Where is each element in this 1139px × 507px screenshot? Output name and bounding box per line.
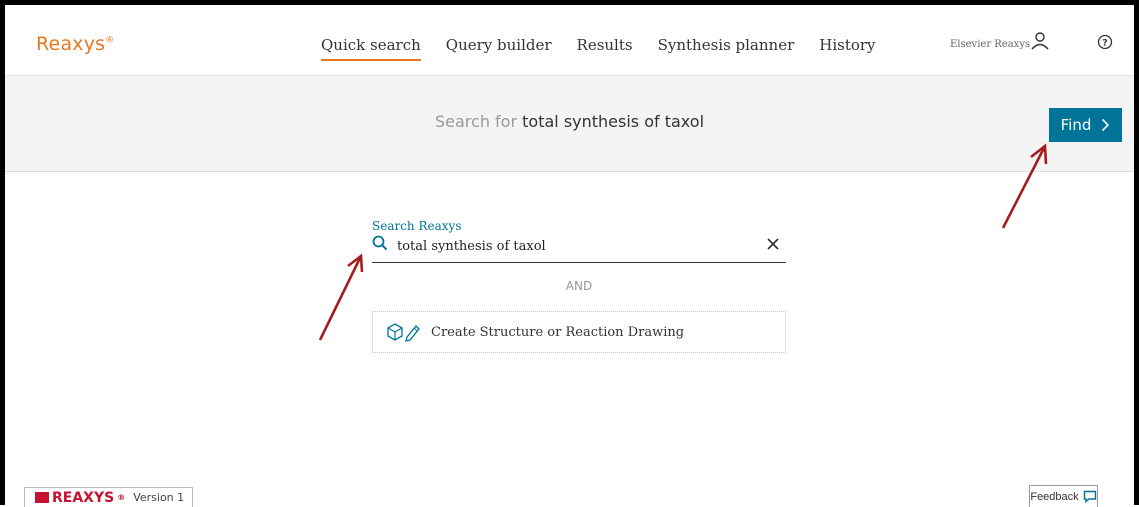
and-separator: AND [565, 279, 593, 293]
search-for-query: total synthesis of taxol [522, 112, 705, 131]
feedback-button[interactable]: Feedback [1029, 485, 1098, 507]
create-drawing-label: Create Structure or Reaction Drawing [431, 324, 685, 340]
tab-quick-search[interactable]: Quick search [321, 36, 421, 61]
main-nav: Quick search Query builder Results Synth… [321, 36, 876, 61]
reaxys-footer-logo: REAXYS ® [35, 490, 125, 506]
find-button[interactable]: Find [1049, 108, 1122, 142]
screenshot-frame-right [1134, 0, 1139, 505]
structure-drawing-icon [387, 323, 420, 342]
search-field [372, 233, 786, 263]
feedback-label: Feedback [1030, 490, 1079, 503]
clear-icon[interactable] [766, 237, 780, 251]
tab-query-builder[interactable]: Query builder [446, 36, 552, 61]
help-icon[interactable]: ? [1097, 34, 1113, 54]
svg-text:?: ? [1102, 39, 1107, 49]
tab-results[interactable]: Results [577, 36, 633, 61]
speech-bubble-icon [1083, 490, 1096, 503]
search-icon [372, 235, 388, 251]
tab-history[interactable]: History [819, 36, 875, 61]
search-summary-band: Search for total synthesis of taxol Find [5, 75, 1134, 172]
reaxys-logo[interactable]: Reaxys® [36, 33, 114, 55]
version-badge: REAXYS ® Version 1 [24, 487, 194, 507]
top-header: Reaxys® Quick search Query builder Resul… [5, 5, 1134, 75]
search-for-text: Search for total synthesis of taxol [5, 112, 1134, 131]
create-drawing-button[interactable]: Create Structure or Reaction Drawing [372, 311, 786, 353]
chevron-right-icon [1102, 118, 1110, 132]
reaxys-flag-icon [35, 492, 49, 503]
version-label: Version 1 [133, 491, 185, 504]
find-button-label: Find [1060, 116, 1092, 134]
search-for-prefix: Search for [434, 112, 518, 131]
tab-synthesis-planner[interactable]: Synthesis planner [658, 36, 795, 61]
search-input[interactable] [397, 235, 757, 257]
user-name[interactable]: Elsevier Reaxys [950, 39, 1030, 50]
user-icon[interactable] [1030, 31, 1050, 55]
search-field-label: Search Reaxys [372, 219, 462, 233]
